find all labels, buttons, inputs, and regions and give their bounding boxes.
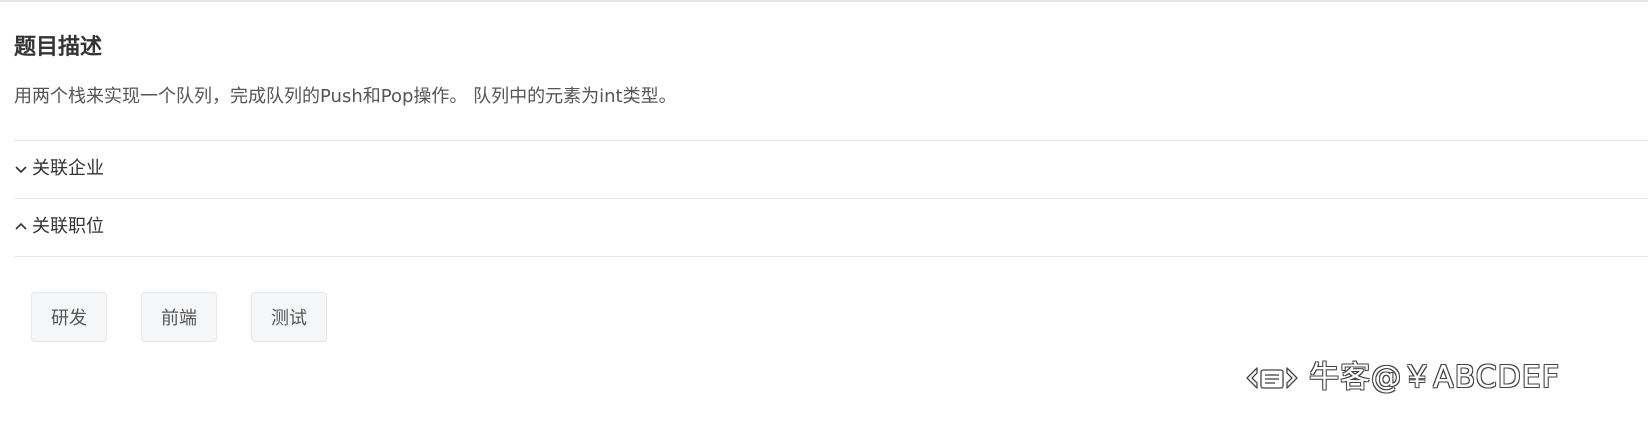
- nowcoder-logo-icon: [1246, 367, 1298, 389]
- related-positions-toggle[interactable]: 关联职位: [14, 213, 104, 241]
- watermark-text: 牛客@￥ABCDEF: [1309, 360, 1560, 395]
- divider: [14, 198, 1648, 199]
- related-positions-label: 关联职位: [32, 216, 104, 237]
- position-tag-list: 研发 前端 测试: [31, 292, 327, 342]
- problem-description: 用两个栈来实现一个队列，完成队列的Push和Pop操作。 队列中的元素为int类…: [14, 86, 677, 107]
- top-divider: [0, 0, 1648, 2]
- problem-page: 题目描述 用两个栈来实现一个队列，完成队列的Push和Pop操作。 队列中的元素…: [0, 0, 1648, 427]
- watermark: 牛客@￥ABCDEF: [1243, 356, 1560, 400]
- chevron-down-icon: [15, 166, 27, 174]
- related-companies-toggle[interactable]: 关联企业: [14, 155, 104, 183]
- position-tag[interactable]: 测试: [251, 292, 327, 342]
- position-tag[interactable]: 研发: [31, 292, 107, 342]
- position-tag[interactable]: 前端: [141, 292, 217, 342]
- related-companies-label: 关联企业: [32, 158, 104, 179]
- problem-heading: 题目描述: [14, 35, 103, 60]
- divider: [14, 256, 1648, 257]
- chevron-up-icon: [15, 222, 27, 230]
- divider: [14, 140, 1648, 141]
